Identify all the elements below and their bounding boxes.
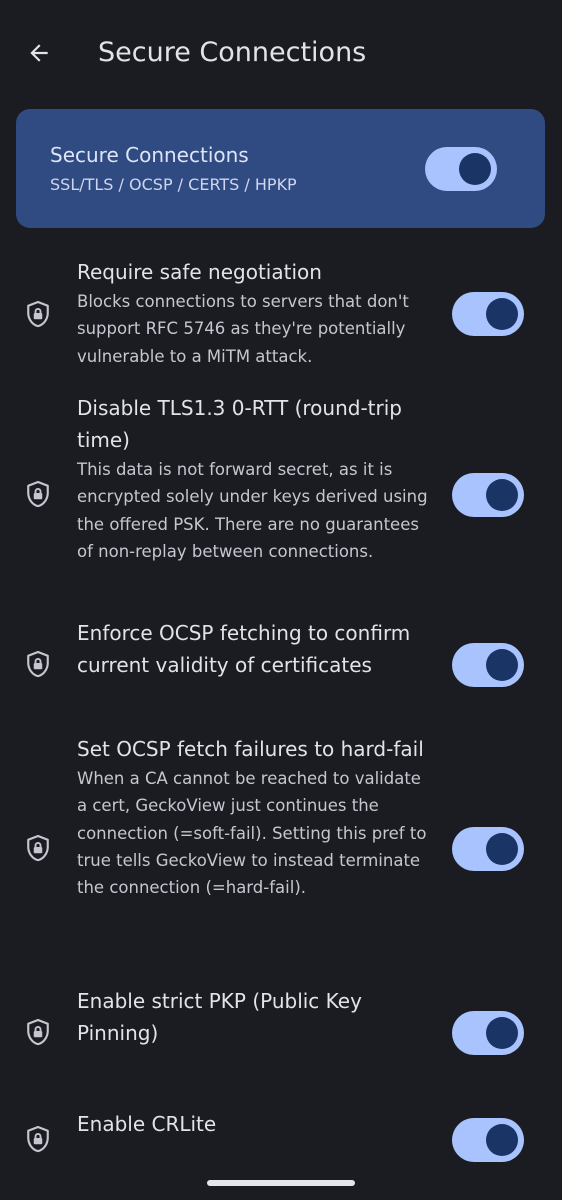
shield-lock-icon <box>27 1125 49 1153</box>
toggle-thumb <box>486 833 518 865</box>
pref-text: Enable strict PKP (Public Key Pinning) <box>77 985 435 1049</box>
page-title: Secure Connections <box>98 37 367 68</box>
shield-lock-icon <box>27 834 49 862</box>
pref-row-ocsp-fetching[interactable]: Enforce OCSP fetching to confirm current… <box>0 617 562 713</box>
pref-toggle[interactable] <box>452 1011 524 1055</box>
shield-lock-icon <box>27 480 49 508</box>
master-toggle[interactable] <box>425 147 497 191</box>
toggle-thumb <box>486 1124 518 1156</box>
pref-text: Set OCSP fetch failures to hard-fail Whe… <box>77 733 435 901</box>
toggle-thumb <box>486 298 518 330</box>
pref-row-crlite[interactable]: Enable CRLite <box>0 1108 562 1172</box>
master-switch-title: Secure Connections <box>50 143 249 167</box>
pref-text: Disable TLS1.3 0-RTT (round-trip time) T… <box>77 392 435 565</box>
pref-text: Require safe negotiation Blocks connecti… <box>77 256 435 370</box>
shield-lock-icon <box>27 1018 49 1046</box>
pref-title: Enable CRLite <box>77 1112 217 1136</box>
shield-lock-icon <box>27 300 49 328</box>
app-bar: Secure Connections <box>0 0 562 108</box>
pref-row-safe-negotiation[interactable]: Require safe negotiation Blocks connecti… <box>0 256 562 382</box>
pref-row-strict-pkp[interactable]: Enable strict PKP (Public Key Pinning) <box>0 985 562 1081</box>
pref-toggle[interactable] <box>452 1118 524 1162</box>
toggle-thumb <box>486 649 518 681</box>
pref-title: Disable TLS1.3 0-RTT (round-trip time) <box>77 396 402 452</box>
master-switch-subtitle: SSL/TLS / OCSP / CERTS / HPKP <box>50 175 297 194</box>
pref-text: Enable CRLite <box>77 1108 435 1140</box>
toggle-thumb <box>459 153 491 185</box>
master-switch-card[interactable]: Secure Connections SSL/TLS / OCSP / CERT… <box>16 109 545 228</box>
toggle-thumb <box>486 479 518 511</box>
pref-row-ocsp-hard-fail[interactable]: Set OCSP fetch failures to hard-fail Whe… <box>0 733 562 965</box>
pref-title: Enforce OCSP fetching to confirm current… <box>77 621 411 677</box>
pref-text: Enforce OCSP fetching to confirm current… <box>77 617 435 681</box>
pref-summary: When a CA cannot be reached to validate … <box>77 769 427 898</box>
pref-toggle[interactable] <box>452 827 524 871</box>
pref-title: Require safe negotiation <box>77 260 322 284</box>
pref-summary: This data is not forward secret, as it i… <box>77 460 428 561</box>
pref-toggle[interactable] <box>452 292 524 336</box>
gesture-navigation-bar[interactable] <box>207 1180 355 1186</box>
pref-title: Set OCSP fetch failures to hard-fail <box>77 737 424 761</box>
toggle-thumb <box>486 1017 518 1049</box>
back-button[interactable] <box>18 32 60 74</box>
pref-toggle[interactable] <box>452 473 524 517</box>
shield-lock-icon <box>27 650 49 678</box>
pref-toggle[interactable] <box>452 643 524 687</box>
arrow-back-icon <box>30 44 48 62</box>
pref-title: Enable strict PKP (Public Key Pinning) <box>77 989 362 1045</box>
pref-row-disable-0rtt[interactable]: Disable TLS1.3 0-RTT (round-trip time) T… <box>0 392 562 604</box>
pref-summary: Blocks connections to servers that don't… <box>77 292 409 366</box>
